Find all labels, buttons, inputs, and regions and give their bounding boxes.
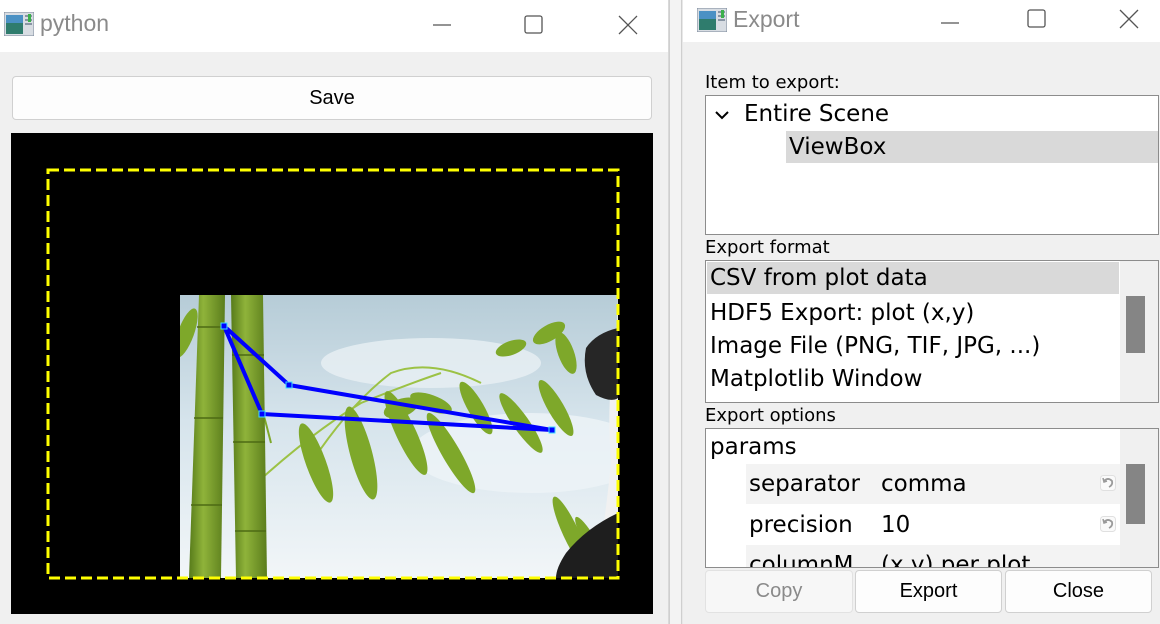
scrollbar-thumb[interactable]: [1126, 296, 1145, 353]
copy-button[interactable]: Copy: [705, 570, 853, 613]
param-value[interactable]: comma: [881, 468, 967, 500]
app-icon: [4, 12, 34, 36]
export-button[interactable]: Export: [855, 570, 1002, 613]
close-dialog-button[interactable]: Close: [1005, 570, 1152, 613]
window-title: python: [40, 10, 110, 36]
view-canvas[interactable]: [11, 133, 653, 614]
reset-default-icon[interactable]: [1100, 516, 1116, 532]
format-item[interactable]: Image File (PNG, TIF, JPG, ...): [710, 330, 1040, 362]
item-to-export-label: Item to export:: [705, 72, 840, 93]
param-row-separator[interactable]: separator comma: [746, 464, 1120, 504]
maximize-button[interactable]: [1017, 4, 1057, 34]
title-bar[interactable]: python: [0, 0, 668, 52]
export-options-tree[interactable]: params separator comma precision 10 colu…: [705, 428, 1159, 568]
param-name: precision: [749, 512, 853, 538]
minimize-button[interactable]: [930, 4, 970, 34]
chevron-down-icon[interactable]: [714, 109, 730, 121]
tree-item-label: ViewBox: [789, 134, 887, 160]
roi-handle[interactable]: [285, 381, 293, 389]
tree-item-entire-scene[interactable]: Entire Scene: [714, 98, 1154, 130]
roi-handle[interactable]: [220, 322, 228, 330]
close-button[interactable]: [608, 10, 648, 40]
tree-item-viewbox[interactable]: ViewBox: [786, 131, 1158, 163]
item-tree[interactable]: Entire Scene ViewBox: [705, 95, 1159, 235]
roi-handle[interactable]: [258, 410, 266, 418]
background-image: [180, 295, 618, 578]
window-title: Export: [733, 6, 800, 32]
export-window: Export Item to export: Entire Scene View…: [683, 0, 1160, 624]
export-format-list[interactable]: CSV from plot data HDF5 Export: plot (x,…: [705, 260, 1159, 403]
format-label: Image File (PNG, TIF, JPG, ...): [710, 333, 1041, 359]
minimize-icon: [941, 22, 959, 24]
window-divider: [669, 0, 682, 624]
param-value[interactable]: (x,y) per plot: [881, 549, 1030, 567]
options-scrollbar[interactable]: [1120, 429, 1158, 567]
minimize-button[interactable]: [422, 10, 462, 40]
scrollbar-thumb[interactable]: [1126, 464, 1145, 524]
format-item[interactable]: HDF5 Export: plot (x,y): [710, 297, 974, 329]
tree-item-label: Entire Scene: [744, 101, 890, 127]
maximize-button[interactable]: [514, 10, 554, 40]
param-row-columnmode[interactable]: columnM (x,y) per plot: [746, 545, 1120, 568]
roi-handle[interactable]: [548, 426, 556, 434]
export-options-label: Export options: [705, 405, 836, 426]
params-group-label: params: [710, 434, 797, 460]
maximize-icon: [524, 15, 543, 34]
close-icon: [1119, 9, 1139, 29]
python-window: python Save: [0, 0, 669, 624]
image-view[interactable]: [11, 133, 653, 614]
format-label: HDF5 Export: plot (x,y): [710, 300, 975, 326]
app-icon: [697, 8, 727, 32]
param-row-precision[interactable]: precision 10: [746, 505, 1120, 545]
format-item[interactable]: CSV from plot data: [707, 262, 1119, 294]
params-group[interactable]: params: [710, 431, 797, 463]
maximize-icon: [1027, 9, 1046, 28]
reset-default-icon[interactable]: [1100, 475, 1116, 491]
minimize-icon: [433, 24, 451, 26]
format-label: Matplotlib Window: [710, 366, 923, 392]
format-item[interactable]: Matplotlib Window: [710, 363, 922, 395]
save-button[interactable]: Save: [12, 76, 652, 120]
format-label: CSV from plot data: [710, 265, 928, 291]
format-scrollbar[interactable]: [1120, 261, 1158, 402]
close-icon: [618, 15, 638, 35]
export-format-label: Export format: [705, 237, 830, 258]
param-value[interactable]: 10: [881, 509, 910, 541]
param-name: columnM: [749, 552, 854, 568]
param-name: separator: [749, 471, 860, 497]
title-bar[interactable]: Export: [683, 0, 1160, 42]
close-button[interactable]: [1109, 4, 1149, 34]
